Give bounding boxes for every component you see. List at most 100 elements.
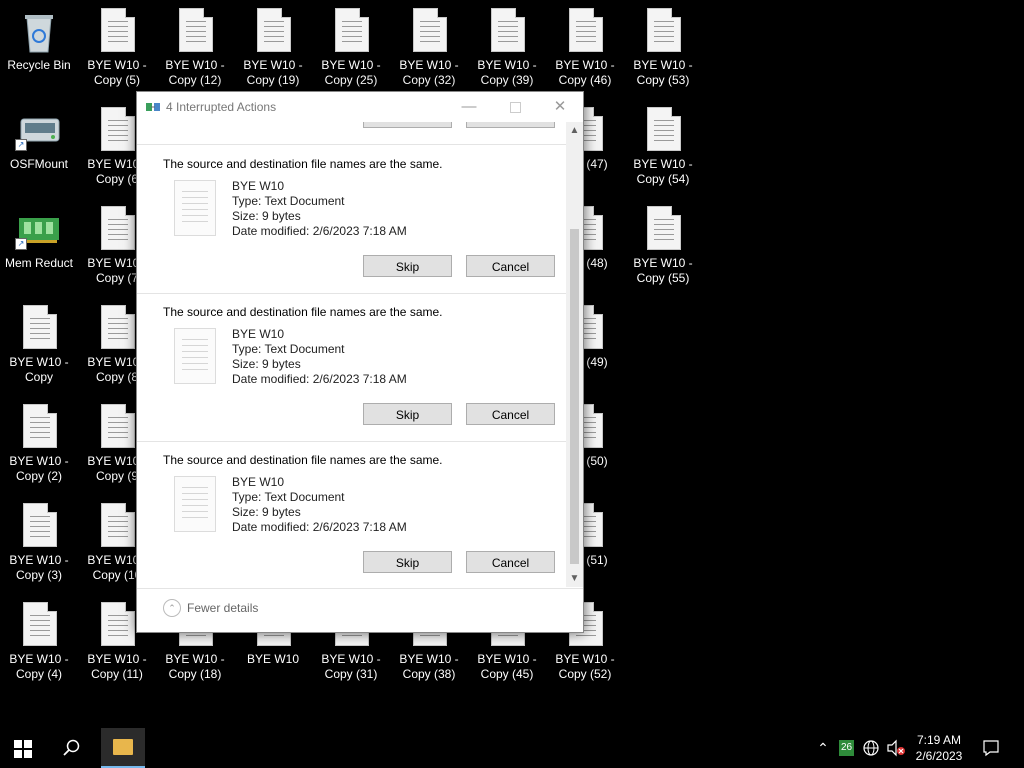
dialog-footer: ⌃ Fewer details	[137, 588, 583, 632]
text-file-icon	[93, 206, 141, 254]
show-hidden-icons-icon[interactable]: ⌃	[814, 728, 832, 768]
desktop-icon[interactable]: BYE W10 - Copy (12)	[156, 8, 234, 104]
desktop-icon[interactable]: Recycle Bin	[0, 8, 78, 104]
dialog-title: 4 Interrupted Actions	[166, 100, 277, 114]
text-document-icon[interactable]	[174, 180, 216, 236]
desktop-icon[interactable]: BYE W10 - Copy (19)	[234, 8, 312, 104]
file-size: Size: 9 bytes	[232, 357, 301, 371]
file-info: BYE W10 Type: Text Document Size: 9 bytes D…	[232, 475, 407, 535]
conflict-item: The source and destination file names ar…	[137, 145, 566, 294]
skip-button[interactable]: Skip	[363, 551, 452, 573]
text-file-icon	[15, 404, 63, 452]
desktop-icon-label: BYE W10 - Copy (4)	[9, 652, 69, 681]
file-date-modified: Date modified: 2/6/2023 7:18 AM	[232, 224, 407, 238]
desktop-icon-label: BYE W10 - Copy (52)	[555, 652, 615, 681]
scroll-up-arrow-icon[interactable]: ▲	[566, 122, 583, 139]
desktop-icon-label: BYE W10 - Copy (32)	[399, 58, 459, 87]
title-bar[interactable]: 4 Interrupted Actions — ✕	[137, 92, 583, 122]
desktop-icon[interactable]: BYE W10 - Copy (4)	[0, 602, 78, 698]
copy-files-icon	[146, 103, 160, 111]
text-file-icon	[561, 8, 609, 56]
taskbar: ⌃ 26 7:19 AM 2/6/2023	[0, 728, 1024, 768]
desktop-icon-label: BYE W10 - Copy (2)	[9, 454, 69, 483]
desktop-icon-label: BYE W10 - Copy	[9, 355, 69, 384]
search-icon[interactable]	[62, 738, 82, 758]
cancel-button[interactable]: Cancel	[466, 255, 555, 277]
fewer-details-link[interactable]: Fewer details	[187, 601, 258, 615]
dialog-content[interactable]: The source and destination file names ar…	[137, 122, 583, 587]
minimize-button[interactable]: —	[446, 92, 492, 122]
text-file-icon	[405, 8, 453, 56]
file-type: Type: Text Document	[232, 342, 345, 356]
desktop-icon[interactable]: BYE W10 - Copy (2)	[0, 404, 78, 500]
chevron-up-icon[interactable]: ⌃	[163, 599, 181, 617]
text-file-icon	[93, 602, 141, 650]
desktop-icon[interactable]: BYE W10 - Copy (53)	[624, 8, 702, 104]
notifications-icon[interactable]	[982, 739, 1000, 757]
file-date-modified: Date modified: 2/6/2023 7:18 AM	[232, 372, 407, 386]
dialog-scrollbar[interactable]: ▲ ▼	[566, 122, 583, 587]
desktop-icon-label: BYE W10 - Copy (31)	[321, 652, 381, 681]
mem-reduct-tray-icon[interactable]: 26	[839, 740, 854, 756]
conflict-message: The source and destination file names ar…	[163, 157, 443, 171]
conflict-message: The source and destination file names ar…	[163, 453, 443, 467]
partial-cancel-button[interactable]	[466, 122, 555, 128]
text-file-icon	[639, 206, 687, 254]
conflict-item: The source and destination file names ar…	[137, 293, 566, 442]
maximize-icon	[509, 101, 521, 113]
minimize-icon: —	[461, 98, 477, 115]
desktop-icon[interactable]: BYE W10 - Copy	[0, 305, 78, 401]
text-document-icon[interactable]	[174, 476, 216, 532]
desktop-icon[interactable]: BYE W10 - Copy (5)	[78, 8, 156, 104]
file-type: Type: Text Document	[232, 490, 345, 504]
file-type: Type: Text Document	[232, 194, 345, 208]
file-info: BYE W10 Type: Text Document Size: 9 bytes D…	[232, 327, 407, 387]
cancel-button[interactable]: Cancel	[466, 403, 555, 425]
desktop-icon[interactable]: BYE W10 - Copy (39)	[468, 8, 546, 104]
desktop-icon[interactable]: BYE W10 - Copy (32)	[390, 8, 468, 104]
tray-badge: 26	[840, 742, 853, 753]
desktop-icon-label: BYE W10 - Copy (18)	[165, 652, 225, 681]
file-explorer-taskbar-button[interactable]	[101, 728, 145, 768]
scroll-thumb[interactable]	[570, 229, 579, 564]
conflict-message: The source and destination file names ar…	[163, 305, 443, 319]
desktop-icon[interactable]: ↗ Mem Reduct	[0, 206, 78, 302]
desktop-icon-label: BYE W10 - Copy (45)	[477, 652, 537, 681]
text-file-icon	[93, 305, 141, 353]
clock-time: 7:19 AM	[916, 733, 962, 747]
interrupted-actions-dialog: 4 Interrupted Actions — ✕ The source and…	[136, 91, 584, 633]
skip-button[interactable]: Skip	[363, 403, 452, 425]
close-button[interactable]: ✕	[537, 92, 583, 122]
desktop-icon-label: OSFMount	[9, 157, 69, 171]
text-document-icon[interactable]	[174, 328, 216, 384]
folder-icon	[113, 739, 133, 755]
skip-button[interactable]: Skip	[363, 255, 452, 277]
desktop-icon[interactable]: BYE W10 - Copy (46)	[546, 8, 624, 104]
clock[interactable]: 7:19 AM 2/6/2023	[908, 732, 970, 764]
file-info: BYE W10 Type: Text Document Size: 9 bytes D…	[232, 179, 407, 239]
text-file-icon	[171, 8, 219, 56]
volume-muted-icon[interactable]	[886, 739, 906, 757]
desktop-icon[interactable]: BYE W10 - Copy (25)	[312, 8, 390, 104]
desktop-icon[interactable]: BYE W10 - Copy (3)	[0, 503, 78, 599]
partial-skip-button[interactable]	[363, 122, 452, 128]
desktop-icon-label: BYE W10 - Copy (54)	[633, 157, 693, 186]
scroll-down-arrow-icon[interactable]: ▼	[566, 570, 583, 587]
cancel-button[interactable]: Cancel	[466, 551, 555, 573]
desktop-icon-label: BYE W10 - Copy (46)	[555, 58, 615, 87]
desktop-icon[interactable]: ↗ OSFMount	[0, 107, 78, 203]
desktop-icon-label: BYE W10 - Copy (19)	[243, 58, 303, 87]
desktop-icon-label: BYE W10 - Copy (5)	[87, 58, 147, 87]
desktop-icon[interactable]: BYE W10 - Copy (55)	[624, 206, 702, 302]
recycle-bin-icon	[15, 8, 63, 56]
file-name: BYE W10	[232, 475, 285, 489]
network-globe-icon[interactable]	[862, 739, 880, 757]
start-button[interactable]	[14, 740, 32, 758]
desktop-icon-label: BYE W10	[246, 652, 300, 666]
osfmount-icon: ↗	[15, 107, 63, 155]
desktop-icon-label: BYE W10 - Copy (12)	[165, 58, 225, 87]
desktop-icon-label: BYE W10 - Copy (55)	[633, 256, 693, 285]
desktop-icon[interactable]: BYE W10 - Copy (54)	[624, 107, 702, 203]
maximize-button[interactable]	[492, 92, 538, 122]
desktop-icon-label: BYE W10 - Copy (53)	[633, 58, 693, 87]
